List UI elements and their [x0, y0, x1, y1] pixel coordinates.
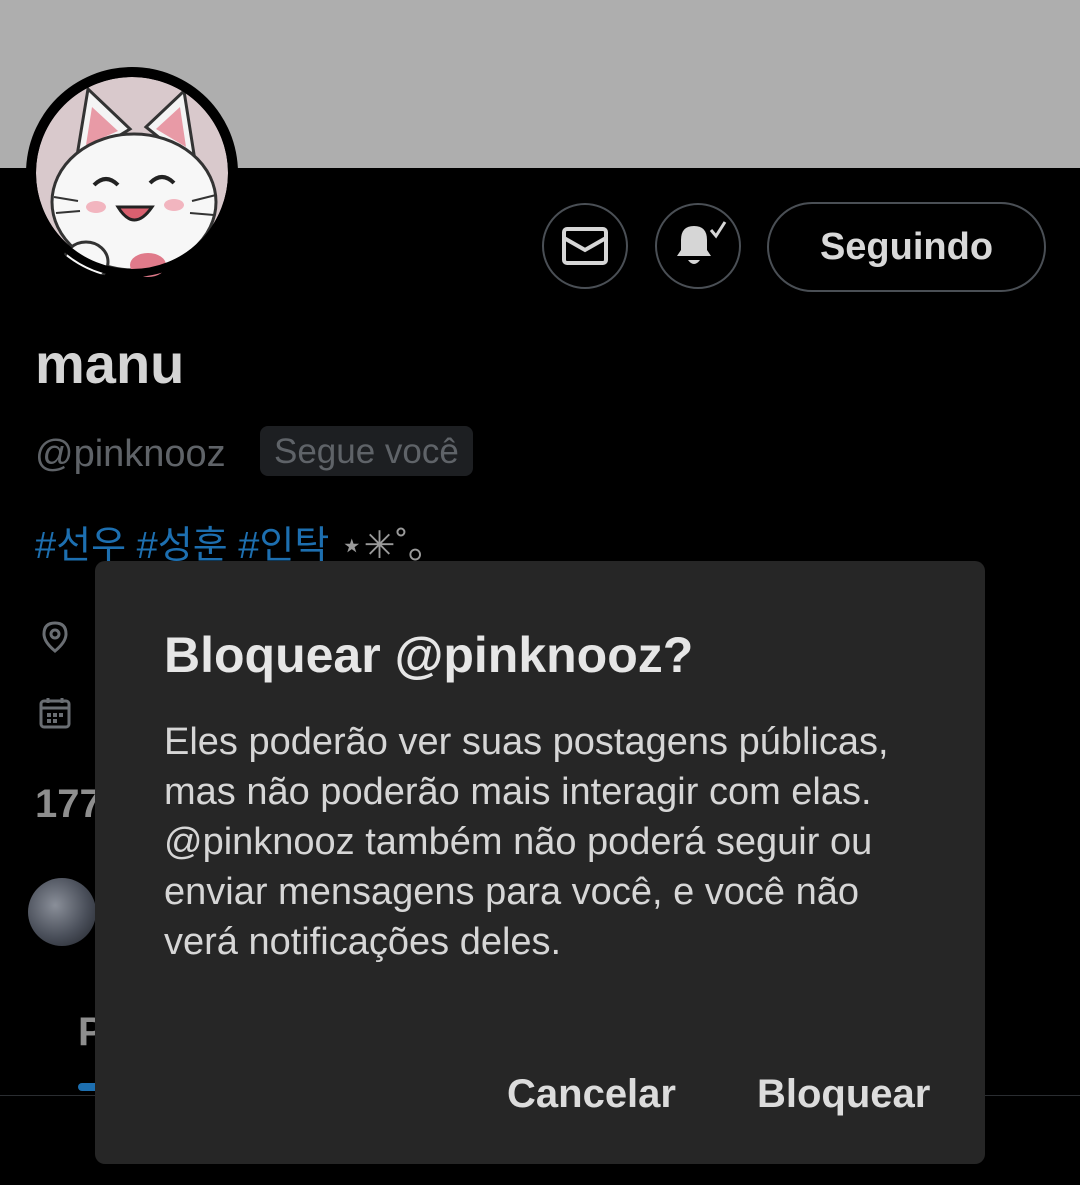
profile-page: Seguindo manu @pinknooz Segue você #선우 #… — [0, 0, 1080, 1185]
follows-you-badge: Segue você — [260, 426, 473, 476]
mutual-follower-avatar[interactable] — [28, 878, 96, 946]
cancel-button[interactable]: Cancelar — [507, 1066, 676, 1122]
location-pin-icon — [42, 621, 68, 653]
notifications-button[interactable] — [655, 203, 741, 289]
profile-handle: @pinknooz — [35, 433, 226, 475]
message-button[interactable] — [542, 203, 628, 289]
calendar-icon — [39, 698, 71, 729]
profile-avatar[interactable] — [26, 67, 238, 279]
following-count[interactable]: 177 — [35, 782, 102, 827]
block-dialog: Bloquear @pinknooz? Eles poderão ver sua… — [95, 561, 985, 1164]
dialog-title: Bloquear @pinknooz? — [164, 627, 694, 683]
dialog-body: Eles poderão ver suas postagens públicas… — [164, 721, 889, 963]
profile-name: manu — [35, 332, 185, 395]
following-button[interactable]: Seguindo — [767, 202, 1046, 292]
block-button[interactable]: Bloquear — [757, 1066, 930, 1122]
envelope-icon — [562, 227, 608, 265]
bell-check-icon — [677, 221, 727, 264]
